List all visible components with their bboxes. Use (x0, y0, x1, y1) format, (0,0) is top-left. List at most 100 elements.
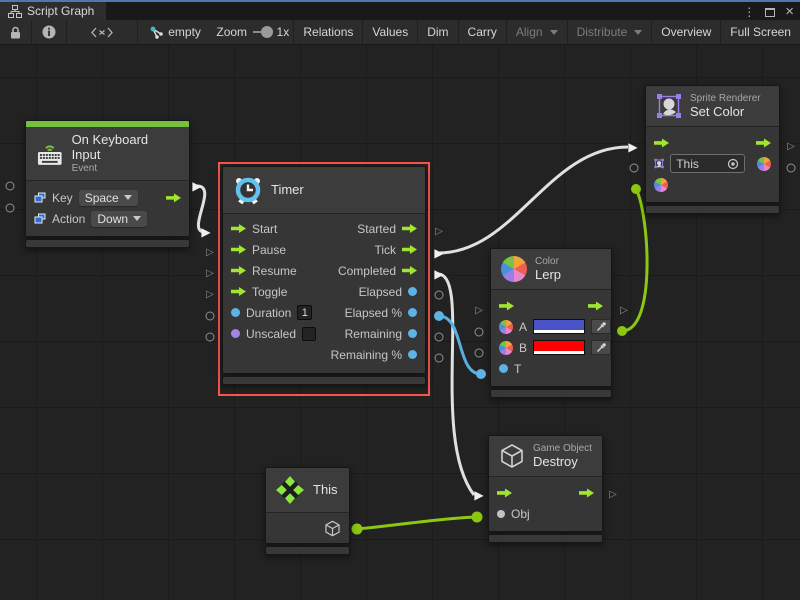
unscaled-checkbox[interactable] (302, 327, 316, 341)
flow-output-arrow-icon[interactable] (756, 138, 771, 148)
object-input-port-icon[interactable] (497, 510, 505, 518)
timer-resume-port[interactable]: ▷ (206, 269, 214, 279)
color-output-port-icon[interactable] (757, 157, 771, 171)
flow-input-arrow-icon[interactable] (231, 287, 246, 297)
zoom-slider[interactable] (253, 31, 271, 33)
timer-remaining-port[interactable] (435, 333, 444, 342)
timer-duration-port[interactable] (206, 312, 215, 321)
flow-output-arrow-icon[interactable] (402, 266, 417, 276)
destroy-flow-out-port[interactable]: ▷ (609, 490, 617, 500)
flow-output-arrow-icon[interactable] (402, 245, 417, 255)
game-object-output-port-icon[interactable] (324, 520, 341, 537)
sprite-renderer-port-icon (654, 157, 664, 170)
dropdown-caret-icon (133, 216, 141, 221)
color-a-swatch[interactable] (533, 319, 585, 334)
lerp-flow-out-port[interactable]: ▷ (620, 306, 628, 316)
dropdown-caret-icon (124, 195, 132, 200)
lerp-a-port[interactable] (475, 328, 484, 337)
carry-button[interactable]: Carry (459, 20, 507, 45)
b-port-label: B (519, 341, 527, 355)
graph-info-button[interactable] (32, 20, 67, 45)
timer-toggle-port[interactable]: ▷ (206, 290, 214, 300)
node-on-keyboard-input[interactable]: On Keyboard Input Event Key Space (25, 120, 190, 248)
color-b-swatch[interactable] (533, 340, 585, 355)
timer-elapsed-pct-port[interactable] (434, 311, 444, 321)
eyedropper-button[interactable] (591, 340, 611, 355)
float-input-port-icon[interactable] (499, 364, 508, 373)
key-port-label: Key (52, 191, 73, 205)
destroy-flow-in-port[interactable]: ▶ (474, 490, 483, 500)
flow-output-arrow-icon[interactable] (579, 488, 594, 498)
node-destroy[interactable]: Game Object Destroy Obj (488, 435, 603, 543)
enum-icon (34, 192, 46, 204)
graph-canvas[interactable]: On Keyboard Input Event Key Space (0, 45, 800, 600)
align-button[interactable]: Align (507, 20, 568, 45)
timer-start-port[interactable]: ▶ (201, 227, 210, 237)
timer-unscaled-port[interactable] (206, 333, 215, 342)
flow-input-arrow-icon[interactable] (497, 488, 512, 498)
color-input-port-icon[interactable] (654, 178, 668, 192)
bool-input-port-icon[interactable] (231, 329, 240, 338)
relations-button[interactable]: Relations (293, 20, 363, 45)
timer-tick-port[interactable]: ▶ (434, 248, 443, 258)
distribute-button[interactable]: Distribute (568, 20, 653, 45)
flow-output-arrow-icon[interactable] (588, 301, 603, 311)
flow-input-arrow-icon[interactable] (231, 266, 246, 276)
values-button[interactable]: Values (363, 20, 418, 45)
timer-completed-port[interactable]: ▶ (434, 269, 443, 279)
setcolor-flow-out-port[interactable]: ▷ (787, 142, 795, 152)
node-footer (222, 376, 426, 385)
timer-started-port[interactable]: ▷ (435, 227, 443, 237)
color-input-port-icon[interactable] (499, 320, 513, 334)
lerp-t-port[interactable] (476, 369, 486, 379)
wire-timer-tick-to-setcolor (438, 147, 628, 253)
node-color-lerp[interactable]: Color Lerp A B T (490, 248, 612, 398)
flow-input-arrow-icon[interactable] (499, 301, 514, 311)
float-output-port-icon[interactable] (408, 329, 417, 338)
tab-script-graph[interactable]: Script Graph (0, 2, 106, 20)
node-set-color[interactable]: Sprite Renderer Set Color (645, 85, 780, 214)
keyboard-key-ext-port[interactable] (6, 182, 15, 191)
lock-button[interactable] (0, 20, 32, 45)
node-timer[interactable]: Timer StartStarted PauseTick ResumeCompl… (222, 166, 426, 385)
dim-button[interactable]: Dim (418, 20, 458, 45)
duration-value-field[interactable]: 1 (297, 305, 312, 320)
flow-input-arrow-icon[interactable] (654, 138, 669, 148)
window-menu-icon[interactable]: ⋮ (743, 4, 755, 20)
setcolor-target-port[interactable] (630, 164, 639, 173)
window-maximize-icon[interactable] (765, 8, 775, 17)
target-object-field[interactable]: This (670, 154, 745, 173)
float-output-port-icon[interactable] (408, 308, 417, 317)
timer-pause-port[interactable]: ▷ (206, 248, 214, 258)
zoom-slider-handle[interactable] (261, 26, 273, 38)
flow-output-arrow-icon[interactable] (402, 224, 417, 234)
setcolor-flow-in-port[interactable]: ▶ (628, 142, 637, 152)
action-dropdown[interactable]: Down (91, 211, 147, 227)
timer-elapsed-port[interactable] (435, 291, 444, 300)
this-output-port (352, 524, 363, 535)
keyboard-action-ext-port[interactable] (6, 204, 15, 213)
float-output-port-icon[interactable] (408, 287, 417, 296)
node-title: Set Color (690, 105, 761, 120)
float-input-port-icon[interactable] (231, 308, 240, 317)
timer-remaining-pct-port[interactable] (435, 354, 444, 363)
setcolor-output-port[interactable] (787, 164, 796, 173)
float-output-port-icon[interactable] (408, 350, 417, 359)
node-this[interactable]: This (265, 467, 350, 555)
fullscreen-button[interactable]: Full Screen (721, 20, 800, 45)
preview-code-button[interactable] (67, 20, 138, 45)
window-close-icon[interactable]: × (785, 4, 794, 20)
flow-input-arrow-icon[interactable] (231, 245, 246, 255)
key-dropdown[interactable]: Space (79, 190, 138, 206)
graph-reference-breadcrumb[interactable]: empty (141, 20, 210, 45)
flow-input-arrow-icon[interactable] (231, 224, 246, 234)
object-picker-icon[interactable] (727, 158, 739, 170)
lerp-b-port[interactable] (475, 349, 484, 358)
color-input-port-icon[interactable] (499, 341, 513, 355)
eyedropper-button[interactable] (591, 319, 611, 334)
obj-port-label: Obj (511, 507, 530, 521)
keyboard-flow-out-port[interactable]: ▶ (192, 181, 201, 191)
lerp-flow-in-port[interactable]: ▷ (475, 306, 483, 316)
flow-output-arrow-icon[interactable] (166, 193, 181, 203)
overview-button[interactable]: Overview (652, 20, 721, 45)
